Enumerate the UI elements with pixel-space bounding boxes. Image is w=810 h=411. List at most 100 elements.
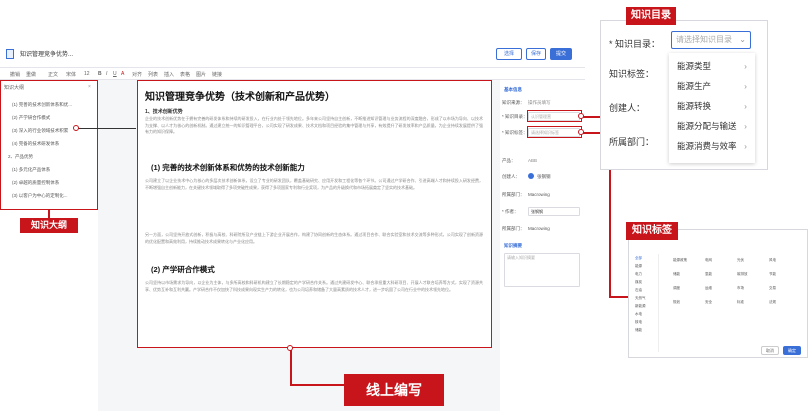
chevron-right-icon: › — [744, 101, 747, 111]
toolbar-color[interactable]: A — [121, 71, 124, 77]
tag-option[interactable]: 氢能 — [705, 272, 712, 277]
tag-option[interactable]: 标准 — [737, 300, 744, 305]
outline-link-dot — [73, 125, 79, 131]
tag-category[interactable]: 新能源 — [635, 304, 646, 309]
menu-item[interactable]: 能源生产 › — [673, 77, 751, 95]
toolbar-image[interactable]: 图片 — [196, 71, 206, 78]
toolbar-style[interactable]: 正文 — [48, 71, 58, 78]
zoom-catalog-label: * 知识目录： — [609, 39, 661, 49]
tag-option[interactable]: 市场 — [737, 286, 744, 291]
toolbar-redo[interactable]: 重做 — [26, 71, 36, 78]
tags-callout: 知识标签 — [626, 222, 678, 240]
tag-category[interactable]: 储能 — [635, 328, 642, 333]
dept2-value: Macrowing — [528, 226, 550, 231]
tag-option[interactable]: 交易 — [769, 286, 776, 291]
format-toolbar: 撤销 重做 正文 宋体 12 B I U A 对齐 列表 插入 表格 图片 链接 — [0, 68, 585, 80]
tag-option[interactable]: 调度 — [673, 286, 680, 291]
menu-item[interactable]: 能源转换 › — [673, 97, 751, 115]
tags-label: * 知识标签： — [502, 130, 528, 135]
dept-label: 所属部门： — [502, 192, 525, 197]
chevron-right-icon: › — [744, 81, 747, 91]
zoom-creator-label: 创建人： — [609, 103, 646, 113]
tags-zoom-panel: 全部 能源 电力 煤炭 石油 天然气 新能源 水电 核电 储能 能源政策 电网 … — [628, 229, 808, 358]
toolbar-bold[interactable]: B — [98, 71, 102, 77]
dept-value: Macrowing — [528, 192, 550, 197]
toolbar-size[interactable]: 12 — [84, 71, 90, 77]
creator-value: 张钢钢 — [537, 174, 551, 179]
avatar — [528, 173, 534, 179]
source-label: 知识来源： — [502, 100, 525, 105]
tag-option[interactable]: 规划 — [673, 300, 680, 305]
toolbar-align[interactable]: 对齐 — [132, 71, 142, 78]
editing-link-dot — [287, 345, 293, 351]
toolbar-insert[interactable]: 插入 — [164, 71, 174, 78]
tag-category[interactable]: 全部 — [635, 256, 642, 261]
dept2-label: 所属部门： — [502, 226, 525, 231]
outline-callout: 知识大纲 — [20, 218, 78, 233]
tag-option[interactable]: 运维 — [705, 286, 712, 291]
outline-highlight — [0, 80, 98, 210]
tag-option[interactable]: 储能 — [673, 272, 680, 277]
menu-item[interactable]: 能源分配与输送 › — [673, 117, 751, 135]
editing-callout: 线上编写 — [344, 374, 444, 406]
tags-cancel-button[interactable]: 取消 — [761, 346, 779, 355]
top-bar: 知识管理竞争优势... 选择 保存 提交 — [0, 40, 585, 68]
editing-highlight — [137, 80, 492, 348]
toolbar-undo[interactable]: 撤销 — [10, 71, 20, 78]
toolbar-table[interactable]: 表格 — [180, 71, 190, 78]
toolbar-italic[interactable]: I — [106, 71, 107, 77]
tags-connector — [609, 296, 629, 298]
catalog-connector — [582, 116, 602, 118]
editing-connector — [290, 348, 292, 384]
product-label: 产品： — [502, 158, 516, 163]
tag-option[interactable]: 风电 — [769, 258, 776, 263]
basic-info-heading: 基本信息 — [504, 87, 522, 92]
toolbar-link[interactable]: 链接 — [212, 71, 222, 78]
submit-button[interactable]: 提交 — [550, 48, 572, 60]
tag-category[interactable]: 石油 — [635, 288, 642, 293]
catalog-label: * 知识目录： — [502, 114, 528, 119]
select-button[interactable]: 选择 — [496, 48, 522, 60]
tag-category[interactable]: 水电 — [635, 312, 642, 317]
tags-ok-button[interactable]: 确定 — [783, 346, 801, 355]
summary-heading: 知识摘要 — [504, 243, 522, 248]
source-value: 操作员填写 — [528, 100, 551, 105]
zoom-catalog-placeholder: 请选择知识目录 — [676, 35, 732, 44]
catalog-link-dot — [578, 113, 584, 119]
toolbar-list[interactable]: 列表 — [148, 71, 158, 78]
summary-textarea[interactable]: 请输入知识摘要 — [504, 253, 580, 287]
zoom-dept-label: 所属部门： — [609, 137, 655, 147]
toolbar-font[interactable]: 宋体 — [66, 71, 76, 78]
tag-category[interactable]: 核电 — [635, 320, 642, 325]
product-value: ABB — [528, 158, 538, 163]
editing-connector — [290, 384, 344, 386]
tag-option[interactable]: 安全 — [705, 300, 712, 305]
catalog-zoom-panel: * 知识目录： 请选择知识目录 ⌄ 知识标签： 创建人： 所属部门： 能源类型 ›… — [600, 20, 768, 170]
catalog-highlight — [527, 110, 582, 122]
menu-item[interactable]: 能源消费与效率 › — [673, 137, 751, 155]
chevron-right-icon: › — [744, 121, 747, 131]
tag-option[interactable]: 光伏 — [737, 258, 744, 263]
tag-option[interactable]: 能源政策 — [673, 258, 687, 263]
owner-label: * 作者： — [502, 209, 519, 214]
tags-highlight — [527, 126, 582, 138]
owner-select[interactable]: 张钢钢 — [528, 207, 580, 216]
toolbar-underline[interactable]: U — [113, 71, 117, 77]
chevron-down-icon: ⌄ — [739, 35, 746, 44]
tag-category[interactable]: 电力 — [635, 272, 642, 277]
tag-category[interactable]: 煤炭 — [635, 280, 642, 285]
zoom-tags-label: 知识标签： — [609, 69, 655, 79]
tag-option[interactable]: 碳排放 — [737, 272, 748, 277]
menu-item[interactable]: 能源类型 › — [673, 57, 751, 75]
tags-link-dot — [578, 129, 584, 135]
tag-option[interactable]: 电网 — [705, 258, 712, 263]
outline-connector — [48, 210, 50, 218]
tag-option[interactable]: 节能 — [769, 272, 776, 277]
tag-category[interactable]: 天然气 — [635, 296, 646, 301]
catalog-callout: 知识目录 — [626, 7, 676, 25]
tag-category[interactable]: 能源 — [635, 264, 642, 269]
zoom-catalog-select[interactable]: 请选择知识目录 ⌄ — [671, 31, 751, 49]
save-button[interactable]: 保存 — [526, 48, 546, 60]
tag-option[interactable]: 法规 — [769, 300, 776, 305]
creator-label: 创建人： — [502, 174, 520, 179]
